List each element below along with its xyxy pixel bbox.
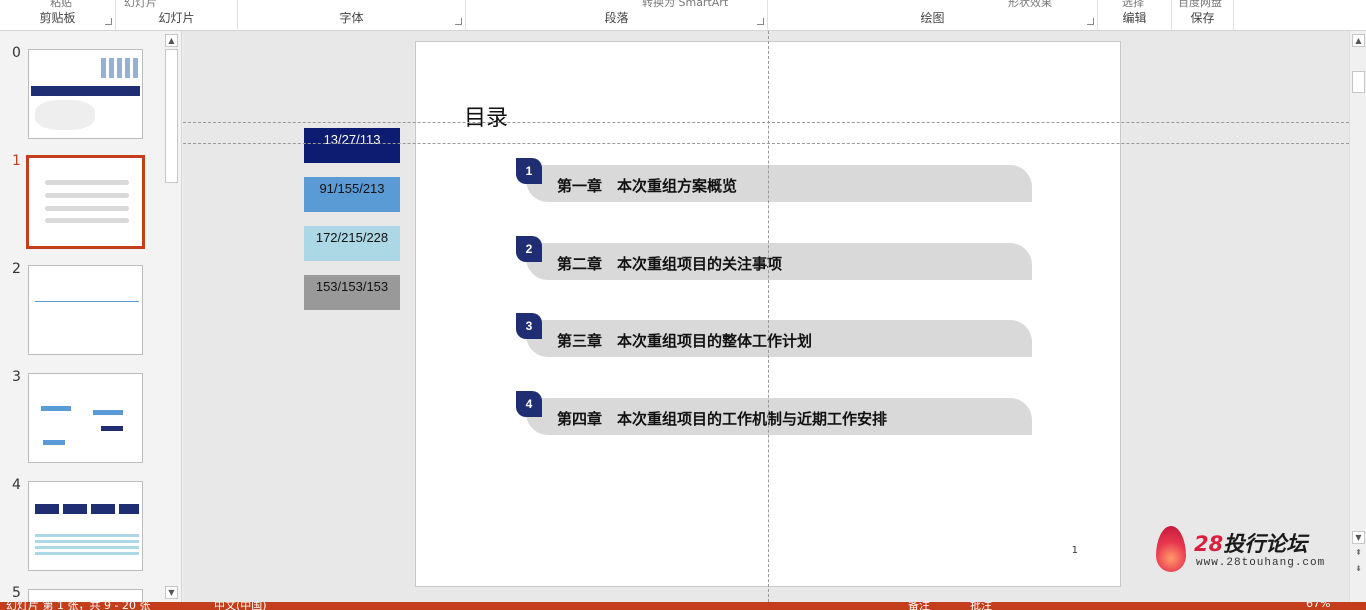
thumbnail-number: 1 <box>12 153 21 169</box>
toc-number-badge: 4 <box>516 391 542 417</box>
color-swatch-mid-blue[interactable]: 91/155/213 <box>304 177 400 212</box>
toc-text: 第二章 本次重组项目的关注事项 <box>557 255 783 273</box>
slide-thumbnail-3[interactable] <box>28 373 143 463</box>
slide-page-number: 1 <box>1071 545 1078 556</box>
thumbnail-number: 2 <box>12 261 21 277</box>
group-label: 幻灯片 <box>158 11 195 25</box>
thumbnail-number: 4 <box>12 477 21 493</box>
flame-icon <box>1156 526 1186 572</box>
dialog-launcher-icon[interactable] <box>1087 18 1094 25</box>
watermark-brand-number: 28 <box>1194 532 1224 556</box>
group-label: 剪贴板 <box>39 11 76 25</box>
scroll-thumb[interactable] <box>165 49 178 183</box>
thumb-boxes <box>35 504 139 514</box>
group-label: 编辑 <box>1122 11 1147 25</box>
toc-text: 第四章 本次重组项目的工作机制与近期工作安排 <box>557 410 888 428</box>
ribbon-group-save: 百度网盘 保存 <box>1172 0 1234 30</box>
scroll-up-icon[interactable]: ▲ <box>165 34 178 47</box>
group-label: 绘图 <box>920 11 945 25</box>
ribbon-group-drawing: 形状效果 绘图 <box>768 0 1098 30</box>
toc-item-2[interactable]: 2 第二章 本次重组项目的关注事项 <box>516 236 1032 282</box>
thumb-box <box>41 406 71 411</box>
group-label: 字体 <box>339 11 364 25</box>
slide-title[interactable]: 目录 <box>464 100 508 132</box>
horizontal-guide[interactable] <box>183 122 1349 123</box>
thumb-box <box>101 426 123 431</box>
thumb-table <box>35 534 139 556</box>
scroll-thumb[interactable] <box>1352 71 1365 93</box>
slide-thumbnail-0[interactable] <box>28 49 143 139</box>
thumbnail-number: 5 <box>12 585 21 601</box>
slide-thumbnail-1-selected[interactable] <box>26 155 145 249</box>
status-slide-info: 幻灯片 第 1 张，共 9 - 20 张 <box>6 602 151 610</box>
slide-thumbnail-2[interactable] <box>28 265 143 355</box>
toc-item-4[interactable]: 4 第四章 本次重组项目的工作机制与近期工作安排 <box>516 391 1032 437</box>
thumb-box <box>43 440 65 445</box>
thumbnail-number: 0 <box>12 45 21 61</box>
toc-number-badge: 3 <box>516 313 542 339</box>
thumbnail-number: 3 <box>12 369 21 385</box>
dialog-launcher-icon[interactable] <box>105 18 112 25</box>
powerpoint-window: 粘贴 剪贴板 幻灯片 幻灯片 字体 转换为 SmartArt 段落 形状效果 绘… <box>0 0 1366 610</box>
thumb-row <box>45 180 129 185</box>
color-swatch-light-blue[interactable]: 172/215/228 <box>304 226 400 261</box>
vertical-guide[interactable] <box>768 31 769 602</box>
notes-button[interactable]: 备注 <box>908 602 930 610</box>
color-swatch-gray[interactable]: 153/153/153 <box>304 275 400 310</box>
toc-text: 第三章 本次重组项目的整体工作计划 <box>557 332 813 350</box>
status-language[interactable]: 中文(中国) <box>214 602 267 610</box>
slide-thumbnail-4[interactable] <box>28 481 143 571</box>
dialog-launcher-icon[interactable] <box>757 18 764 25</box>
status-bar: 幻灯片 第 1 张，共 9 - 20 张 中文(中国) 备注 批注 67% <box>0 602 1366 610</box>
thumb-row <box>45 218 129 223</box>
toc-item-3[interactable]: 3 第三章 本次重组项目的整体工作计划 <box>516 313 1032 359</box>
thumb-map <box>35 100 95 130</box>
horizontal-guide[interactable] <box>183 143 1349 144</box>
group-label: 保存 <box>1190 11 1215 25</box>
zoom-level[interactable]: 67% <box>1306 602 1330 610</box>
watermark-logo: 28投行论坛 www.28touhang.com <box>1154 526 1324 576</box>
slide-scrollbar[interactable]: ▲ ▼ ⇞ ⇟ <box>1349 31 1366 602</box>
comments-button[interactable]: 批注 <box>970 602 992 610</box>
ribbon: 粘贴 剪贴板 幻灯片 幻灯片 字体 转换为 SmartArt 段落 形状效果 绘… <box>0 0 1366 31</box>
slide-thumbnail-5[interactable] <box>28 589 143 603</box>
scroll-up-icon[interactable]: ▲ <box>1352 34 1365 47</box>
watermark-brand: 28投行论坛 <box>1194 528 1307 558</box>
scroll-down-icon[interactable]: ▼ <box>1352 531 1365 544</box>
toc-text: 第一章 本次重组方案概览 <box>557 177 738 195</box>
thumbnail-scrollbar[interactable]: ▲ ▼ <box>164 31 180 602</box>
thumb-row <box>45 206 129 211</box>
previous-slide-icon[interactable]: ⇞ <box>1352 547 1365 560</box>
slide-editing-area[interactable]: 目录 1 第一章 本次重组方案概览 2 第二章 本次重组项目的关注事项 3 第三… <box>183 31 1349 602</box>
thumb-line <box>35 301 139 302</box>
thumb-row <box>45 193 129 198</box>
slide-thumbnail-pane[interactable]: 0 1 2 3 4 5 ▲ ▼ <box>0 31 182 603</box>
next-slide-icon[interactable]: ⇟ <box>1352 563 1365 576</box>
ribbon-group-font: 字体 <box>238 0 466 30</box>
thumb-box <box>93 410 123 415</box>
ribbon-group-clipboard: 粘贴 剪贴板 <box>0 0 116 30</box>
scroll-down-icon[interactable]: ▼ <box>165 586 178 599</box>
ribbon-group-editing: 选择 编辑 <box>1098 0 1172 30</box>
ribbon-group-paragraph: 转换为 SmartArt 段落 <box>466 0 768 30</box>
group-label: 段落 <box>604 11 629 25</box>
dialog-launcher-icon[interactable] <box>455 18 462 25</box>
toc-number-badge: 1 <box>516 158 542 184</box>
toc-item-1[interactable]: 1 第一章 本次重组方案概览 <box>516 158 1032 204</box>
watermark-brand-text: 投行论坛 <box>1223 532 1308 556</box>
color-swatch-dark-blue[interactable]: 13/27/113 <box>304 128 400 163</box>
toc-number-badge: 2 <box>516 236 542 262</box>
watermark-url: www.28touhang.com <box>1196 557 1326 569</box>
thumb-title-band <box>31 86 140 96</box>
thumb-decor <box>101 58 141 78</box>
ribbon-group-slides: 幻灯片 幻灯片 <box>116 0 238 30</box>
